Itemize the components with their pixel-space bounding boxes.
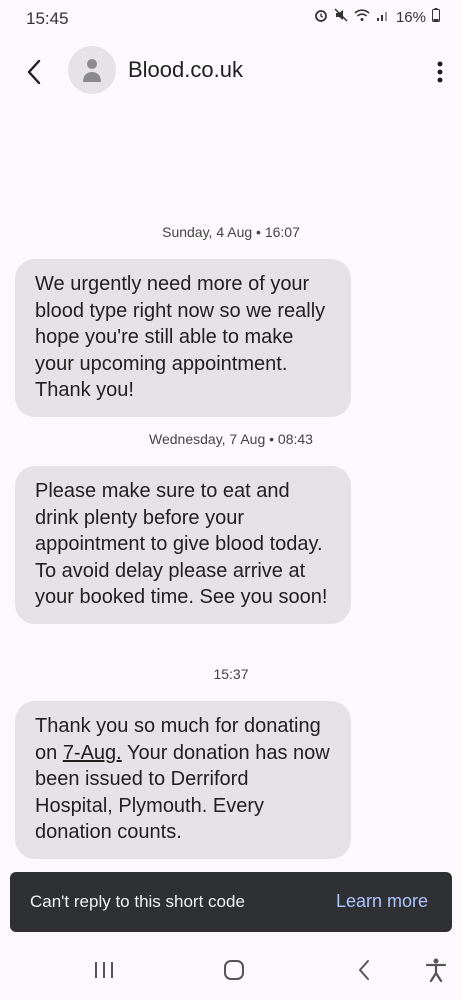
app-bar: Blood.co.uk <box>0 40 462 104</box>
home-icon <box>224 960 244 980</box>
message-bubble[interactable]: We urgently need more of your blood type… <box>15 259 351 417</box>
back-arrow-icon <box>27 59 41 85</box>
accessibility-button[interactable] <box>416 952 456 988</box>
home-button[interactable] <box>214 952 254 988</box>
snackbar-message: Can't reply to this short code <box>30 892 245 911</box>
back-chevron-icon <box>359 960 369 980</box>
alarm-icon <box>314 8 328 26</box>
more-options-button[interactable] <box>432 54 448 90</box>
navigation-bar <box>0 940 462 1000</box>
signal-icon <box>376 8 390 26</box>
date-link[interactable]: 7-Aug. <box>63 742 122 764</box>
mute-icon <box>334 8 348 26</box>
avatar[interactable] <box>68 46 116 94</box>
back-button[interactable] <box>18 54 50 90</box>
recents-button[interactable] <box>84 952 124 988</box>
battery-icon <box>432 8 440 26</box>
status-icons: 16% <box>314 8 440 26</box>
back-nav-button[interactable] <box>344 952 384 988</box>
contact-name[interactable]: Blood.co.uk <box>128 57 243 83</box>
message-timestamp: 15:37 <box>213 666 249 682</box>
accessibility-icon <box>426 958 446 982</box>
message-timestamp: Wednesday, 7 Aug • 08:43 <box>149 431 313 447</box>
snackbar: Can't reply to this short code Learn mor… <box>10 872 452 932</box>
battery-percent: 16% <box>395 8 426 26</box>
wifi-icon <box>354 8 370 26</box>
message-timestamp: Sunday, 4 Aug • 16:07 <box>162 224 300 240</box>
recents-icon <box>95 962 113 978</box>
more-vert-icon <box>437 61 443 83</box>
person-icon <box>83 59 101 82</box>
message-bubble[interactable]: Thank you so much for donating on 7-Aug.… <box>15 701 351 859</box>
status-bar: 15:45 16% <box>0 0 462 36</box>
message-bubble[interactable]: Please make sure to eat and drink plenty… <box>15 466 351 624</box>
learn-more-button[interactable]: Learn more <box>336 891 428 912</box>
status-time: 15:45 <box>26 9 69 28</box>
